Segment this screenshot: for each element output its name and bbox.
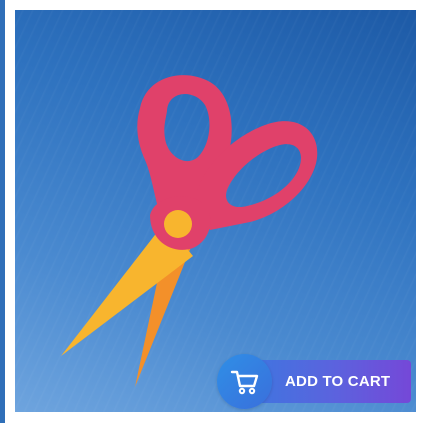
cart-icon	[230, 370, 258, 394]
add-to-cart-label: ADD TO CART	[285, 373, 391, 390]
product-card: ADD TO CART	[0, 0, 424, 423]
left-border	[0, 0, 5, 423]
product-image[interactable]	[15, 10, 416, 412]
cart-icon-badge[interactable]	[217, 354, 272, 409]
add-to-cart-button[interactable]: ADD TO CART	[217, 354, 411, 409]
scissors-icon	[61, 75, 318, 387]
scissors-pivot	[164, 210, 192, 238]
